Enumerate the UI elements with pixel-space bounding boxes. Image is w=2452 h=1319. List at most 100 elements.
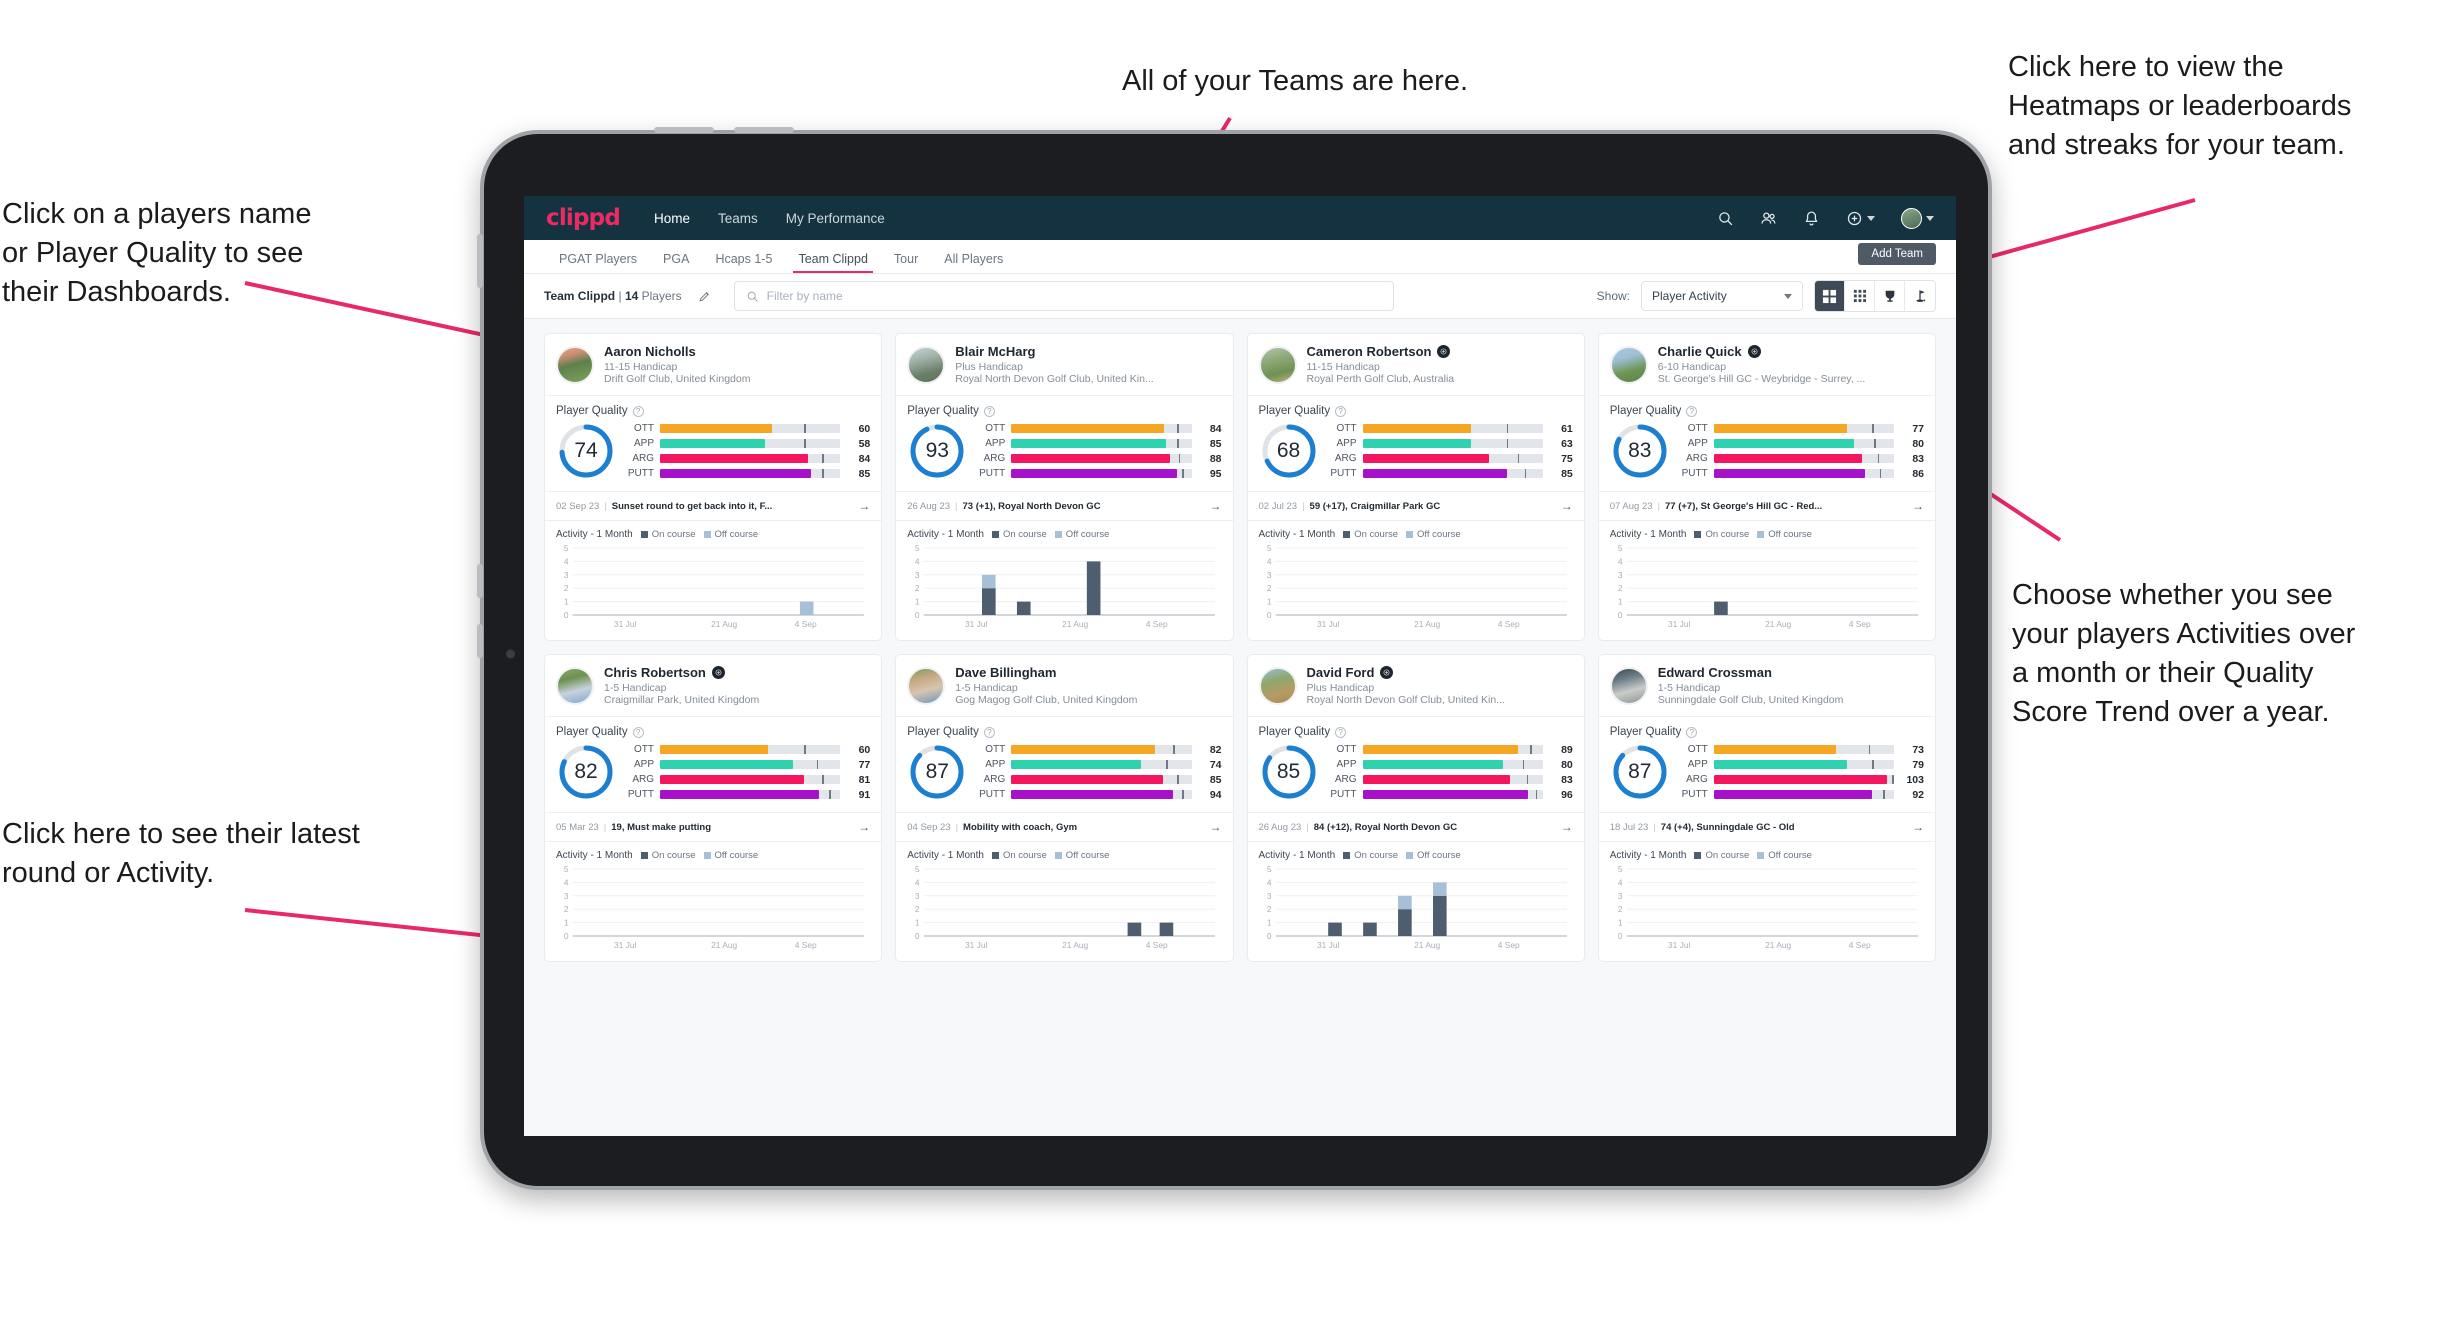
player-quality-body[interactable]: 87 OTT 73 APP 79 ARG 103 PUTT 92 bbox=[1599, 740, 1935, 812]
player-quality-title[interactable]: Player Quality bbox=[556, 405, 628, 417]
player-name[interactable]: Charlie Quick bbox=[1658, 344, 1742, 359]
player-card-header[interactable]: Charlie Quick 6-10 Handicap St. George's… bbox=[1599, 334, 1935, 395]
tab-all-players[interactable]: All Players bbox=[931, 252, 1016, 273]
player-name-row[interactable]: Blair McHarg bbox=[955, 344, 1153, 359]
search-icon[interactable] bbox=[1717, 210, 1734, 227]
edit-team-button[interactable] bbox=[692, 283, 718, 309]
player-name-row[interactable]: Dave Billingham bbox=[955, 665, 1137, 680]
player-name-row[interactable]: Edward Crossman bbox=[1658, 665, 1844, 680]
question-mark-icon[interactable]: ? bbox=[983, 726, 995, 738]
player-card[interactable]: David Ford Plus Handicap Royal North Dev… bbox=[1246, 654, 1585, 962]
view-grid-small-button[interactable] bbox=[1845, 281, 1875, 311]
arrow-right-icon[interactable]: → bbox=[858, 499, 870, 513]
question-mark-icon[interactable]: ? bbox=[1335, 726, 1347, 738]
player-quality-body[interactable]: 68 OTT 61 APP 63 ARG 75 PUTT 85 bbox=[1248, 419, 1584, 491]
player-card-header[interactable]: Edward Crossman 1-5 Handicap Sunningdale… bbox=[1599, 655, 1935, 716]
clippd-logo[interactable]: clippd bbox=[546, 205, 621, 231]
question-mark-icon[interactable]: ? bbox=[632, 726, 644, 738]
arrow-right-icon[interactable]: → bbox=[1912, 499, 1924, 513]
nav-link-my-performance[interactable]: My Performance bbox=[786, 211, 885, 226]
player-name-row[interactable]: Charlie Quick bbox=[1658, 344, 1866, 359]
user-menu[interactable] bbox=[1901, 207, 1934, 229]
add-circle-icon[interactable] bbox=[1846, 210, 1863, 227]
arrow-right-icon[interactable]: → bbox=[1210, 499, 1222, 513]
player-quality-body[interactable]: 93 OTT 84 APP 85 ARG 88 PUTT 95 bbox=[896, 419, 1232, 491]
player-card[interactable]: Cameron Robertson 11-15 Handicap Royal P… bbox=[1246, 333, 1585, 641]
search-input-placeholder[interactable]: Filter by name bbox=[767, 289, 843, 303]
player-card[interactable]: Edward Crossman 1-5 Handicap Sunningdale… bbox=[1597, 654, 1936, 962]
add-circle-menu[interactable] bbox=[1846, 210, 1875, 227]
latest-round-row[interactable]: 26 Aug 23 | 73 (+1), Royal North Devon G… bbox=[896, 491, 1233, 521]
player-card-header[interactable]: Dave Billingham 1-5 Handicap Gog Magog G… bbox=[896, 655, 1232, 716]
nav-link-home[interactable]: Home bbox=[654, 211, 690, 226]
player-quality-ring[interactable]: 74 bbox=[556, 421, 616, 481]
player-quality-ring[interactable]: 83 bbox=[1610, 421, 1670, 481]
player-quality-title[interactable]: Player Quality bbox=[1259, 726, 1331, 738]
player-name[interactable]: Edward Crossman bbox=[1658, 665, 1772, 680]
player-quality-body[interactable]: 87 OTT 82 APP 74 ARG 85 PUTT 94 bbox=[896, 740, 1232, 812]
latest-round-row[interactable]: 05 Mar 23 | 19, Must make putting → bbox=[545, 812, 882, 842]
chevron-down-icon[interactable] bbox=[1926, 215, 1934, 221]
player-card-header[interactable]: Cameron Robertson 11-15 Handicap Royal P… bbox=[1248, 334, 1584, 395]
player-quality-ring[interactable]: 87 bbox=[907, 742, 967, 802]
player-card-header[interactable]: David Ford Plus Handicap Royal North Dev… bbox=[1248, 655, 1584, 716]
show-select[interactable]: Player Activity bbox=[1641, 281, 1803, 311]
latest-round-row[interactable]: 07 Aug 23 | 77 (+7), St George's Hill GC… bbox=[1598, 491, 1935, 521]
player-name[interactable]: David Ford bbox=[1307, 665, 1375, 680]
player-quality-title[interactable]: Player Quality bbox=[1259, 405, 1331, 417]
question-mark-icon[interactable]: ? bbox=[1686, 726, 1698, 738]
tab-tour[interactable]: Tour bbox=[881, 252, 931, 273]
view-leaderboard-button[interactable] bbox=[1875, 281, 1905, 311]
player-card[interactable]: Blair McHarg Plus Handicap Royal North D… bbox=[895, 333, 1234, 641]
player-name-row[interactable]: Chris Robertson bbox=[604, 665, 759, 680]
latest-round-row[interactable]: 02 Sep 23 | Sunset round to get back int… bbox=[545, 491, 882, 521]
view-grid-large-button[interactable] bbox=[1815, 281, 1845, 311]
player-card[interactable]: Charlie Quick 6-10 Handicap St. George's… bbox=[1597, 333, 1936, 641]
nav-link-teams[interactable]: Teams bbox=[718, 211, 758, 226]
question-mark-icon[interactable]: ? bbox=[632, 405, 644, 417]
player-quality-ring[interactable]: 82 bbox=[556, 742, 616, 802]
player-card[interactable]: Aaron Nicholls 11-15 Handicap Drift Golf… bbox=[544, 333, 883, 641]
player-name[interactable]: Dave Billingham bbox=[955, 665, 1056, 680]
player-quality-title[interactable]: Player Quality bbox=[1610, 726, 1682, 738]
player-name-row[interactable]: Cameron Robertson bbox=[1307, 344, 1455, 359]
question-mark-icon[interactable]: ? bbox=[983, 405, 995, 417]
arrow-right-icon[interactable]: → bbox=[1210, 820, 1222, 834]
bell-icon[interactable] bbox=[1803, 210, 1820, 227]
tab-team-clippd[interactable]: Team Clippd bbox=[785, 252, 880, 273]
tab-pgat-players[interactable]: PGAT Players bbox=[546, 252, 650, 273]
avatar[interactable] bbox=[1901, 207, 1922, 229]
latest-round-row[interactable]: 02 Jul 23 | 59 (+17), Craigmillar Park G… bbox=[1247, 491, 1584, 521]
player-quality-body[interactable]: 83 OTT 77 APP 80 ARG 83 PUTT 86 bbox=[1599, 419, 1935, 491]
latest-round-row[interactable]: 04 Sep 23 | Mobility with coach, Gym → bbox=[896, 812, 1233, 842]
arrow-right-icon[interactable]: → bbox=[1561, 820, 1573, 834]
player-quality-ring[interactable]: 87 bbox=[1610, 742, 1670, 802]
latest-round-row[interactable]: 26 Aug 23 | 84 (+12), Royal North Devon … bbox=[1247, 812, 1584, 842]
player-quality-body[interactable]: 74 OTT 60 APP 58 ARG 84 PUTT 85 bbox=[545, 419, 881, 491]
view-streaks-button[interactable] bbox=[1905, 281, 1935, 311]
filter-by-name-field[interactable]: Filter by name bbox=[733, 281, 1394, 311]
tab-hcaps-1-5[interactable]: Hcaps 1-5 bbox=[702, 252, 785, 273]
player-name[interactable]: Chris Robertson bbox=[604, 665, 706, 680]
player-card[interactable]: Dave Billingham 1-5 Handicap Gog Magog G… bbox=[895, 654, 1234, 962]
player-quality-ring[interactable]: 68 bbox=[1259, 421, 1319, 481]
player-name[interactable]: Blair McHarg bbox=[955, 344, 1035, 359]
player-name-row[interactable]: Aaron Nicholls bbox=[604, 344, 750, 359]
chevron-down-icon[interactable] bbox=[1867, 215, 1875, 221]
player-name[interactable]: Cameron Robertson bbox=[1307, 344, 1432, 359]
question-mark-icon[interactable]: ? bbox=[1335, 405, 1347, 417]
player-name[interactable]: Aaron Nicholls bbox=[604, 344, 696, 359]
player-quality-title[interactable]: Player Quality bbox=[907, 726, 979, 738]
arrow-right-icon[interactable]: → bbox=[858, 820, 870, 834]
player-quality-ring[interactable]: 85 bbox=[1259, 742, 1319, 802]
tab-pga[interactable]: PGA bbox=[650, 252, 702, 273]
player-quality-body[interactable]: 82 OTT 60 APP 77 ARG 81 PUTT 91 bbox=[545, 740, 881, 812]
player-card-header[interactable]: Aaron Nicholls 11-15 Handicap Drift Golf… bbox=[545, 334, 881, 395]
player-quality-body[interactable]: 85 OTT 89 APP 80 ARG 83 PUTT 96 bbox=[1248, 740, 1584, 812]
people-icon[interactable] bbox=[1760, 210, 1777, 227]
player-quality-title[interactable]: Player Quality bbox=[556, 726, 628, 738]
player-quality-title[interactable]: Player Quality bbox=[907, 405, 979, 417]
player-card-header[interactable]: Blair McHarg Plus Handicap Royal North D… bbox=[896, 334, 1232, 395]
player-name-row[interactable]: David Ford bbox=[1307, 665, 1505, 680]
add-team-button[interactable]: Add Team bbox=[1858, 243, 1936, 265]
